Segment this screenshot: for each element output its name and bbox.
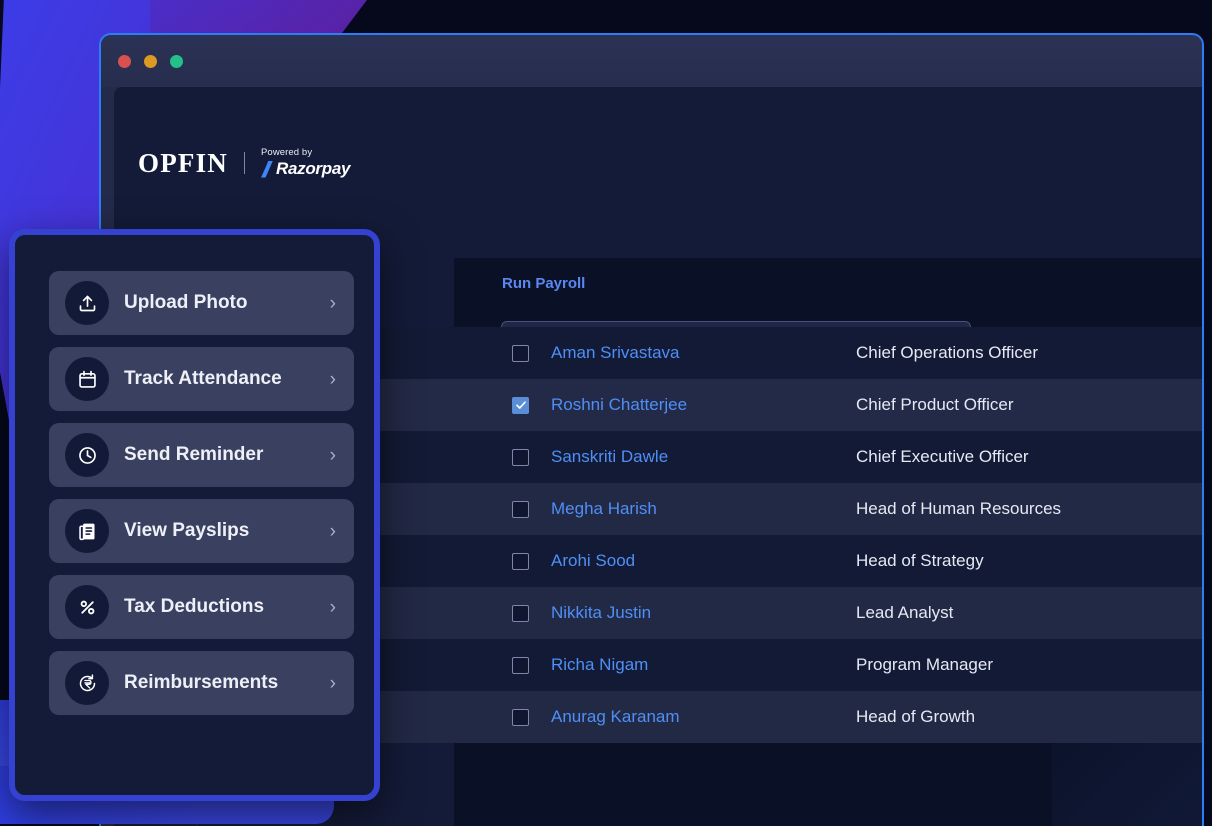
sidebar-item-reimbursements[interactable]: Reimbursements › xyxy=(49,651,354,715)
chevron-right-icon: › xyxy=(330,674,336,693)
sidebar-item-send-reminder[interactable]: Send Reminder › xyxy=(49,423,354,487)
window-titlebar xyxy=(101,35,1202,87)
powered-by-label: Powered by xyxy=(261,147,350,158)
rupee-refund-icon xyxy=(65,661,109,705)
calendar-icon xyxy=(65,357,109,401)
run-payroll-link[interactable]: Run Payroll xyxy=(502,275,585,292)
traffic-light-buttons xyxy=(118,55,183,68)
employee-role: Chief Executive Officer xyxy=(856,447,1029,467)
row-checkbox[interactable] xyxy=(512,397,529,414)
employee-name[interactable]: Arohi Sood xyxy=(551,551,856,571)
razorpay-wordmark: Razorpay xyxy=(276,159,350,179)
minimize-window-button[interactable] xyxy=(144,55,157,68)
chevron-right-icon: › xyxy=(330,598,336,617)
sidebar-item-label: Send Reminder xyxy=(124,444,263,466)
sidebar-item-tax-deductions[interactable]: Tax Deductions › xyxy=(49,575,354,639)
chevron-right-icon: › xyxy=(330,522,336,541)
sidebar-item-view-payslips[interactable]: View Payslips › xyxy=(49,499,354,563)
close-window-button[interactable] xyxy=(118,55,131,68)
upload-icon xyxy=(65,281,109,325)
razorpay-logo-icon xyxy=(261,161,273,178)
sidebar-item-label: Upload Photo xyxy=(124,292,247,314)
row-checkbox[interactable] xyxy=(512,345,529,362)
employee-name[interactable]: Sanskriti Dawle xyxy=(551,447,856,467)
row-checkbox[interactable] xyxy=(512,605,529,622)
employee-role: Chief Product Officer xyxy=(856,395,1013,415)
opfin-wordmark: OPFIN xyxy=(138,148,228,179)
clock-icon xyxy=(65,433,109,477)
chevron-right-icon: › xyxy=(330,370,336,389)
chevron-right-icon: › xyxy=(330,446,336,465)
row-checkbox[interactable] xyxy=(512,709,529,726)
chevron-right-icon: › xyxy=(330,294,336,313)
app-logo: OPFIN Powered by Razorpay xyxy=(138,147,350,179)
quick-actions-panel: Upload Photo›Track Attendance›Send Remin… xyxy=(9,229,380,801)
employee-role: Lead Analyst xyxy=(856,603,953,623)
quick-actions-menu: Upload Photo›Track Attendance›Send Remin… xyxy=(49,271,354,715)
employee-role: Head of Human Resources xyxy=(856,499,1061,519)
screenshot-root: OPFIN Powered by Razorpay Reports Run Pa… xyxy=(0,0,1212,826)
employee-name[interactable]: Anurag Karanam xyxy=(551,707,856,727)
employee-name[interactable]: Nikkita Justin xyxy=(551,603,856,623)
document-icon xyxy=(65,509,109,553)
sidebar-item-label: Reimbursements xyxy=(124,672,278,694)
sidebar-item-label: View Payslips xyxy=(124,520,249,542)
logo-divider xyxy=(244,152,245,174)
row-checkbox[interactable] xyxy=(512,449,529,466)
employee-name[interactable]: Roshni Chatterjee xyxy=(551,395,856,415)
employee-role: Head of Strategy xyxy=(856,551,984,571)
row-checkbox[interactable] xyxy=(512,553,529,570)
row-checkbox[interactable] xyxy=(512,657,529,674)
employee-role: Chief Operations Officer xyxy=(856,343,1038,363)
razorpay-lockup: Powered by Razorpay xyxy=(261,147,350,179)
employee-role: Program Manager xyxy=(856,655,993,675)
maximize-window-button[interactable] xyxy=(170,55,183,68)
employee-name[interactable]: Aman Srivastava xyxy=(551,343,856,363)
sidebar-item-label: Tax Deductions xyxy=(124,596,264,618)
row-checkbox[interactable] xyxy=(512,501,529,518)
sidebar-item-upload-photo[interactable]: Upload Photo › xyxy=(49,271,354,335)
employee-name[interactable]: Richa Nigam xyxy=(551,655,856,675)
employee-name[interactable]: Megha Harish xyxy=(551,499,856,519)
sidebar-item-label: Track Attendance xyxy=(124,368,282,390)
sidebar-item-track-attendance[interactable]: Track Attendance › xyxy=(49,347,354,411)
employee-role: Head of Growth xyxy=(856,707,975,727)
percent-icon xyxy=(65,585,109,629)
